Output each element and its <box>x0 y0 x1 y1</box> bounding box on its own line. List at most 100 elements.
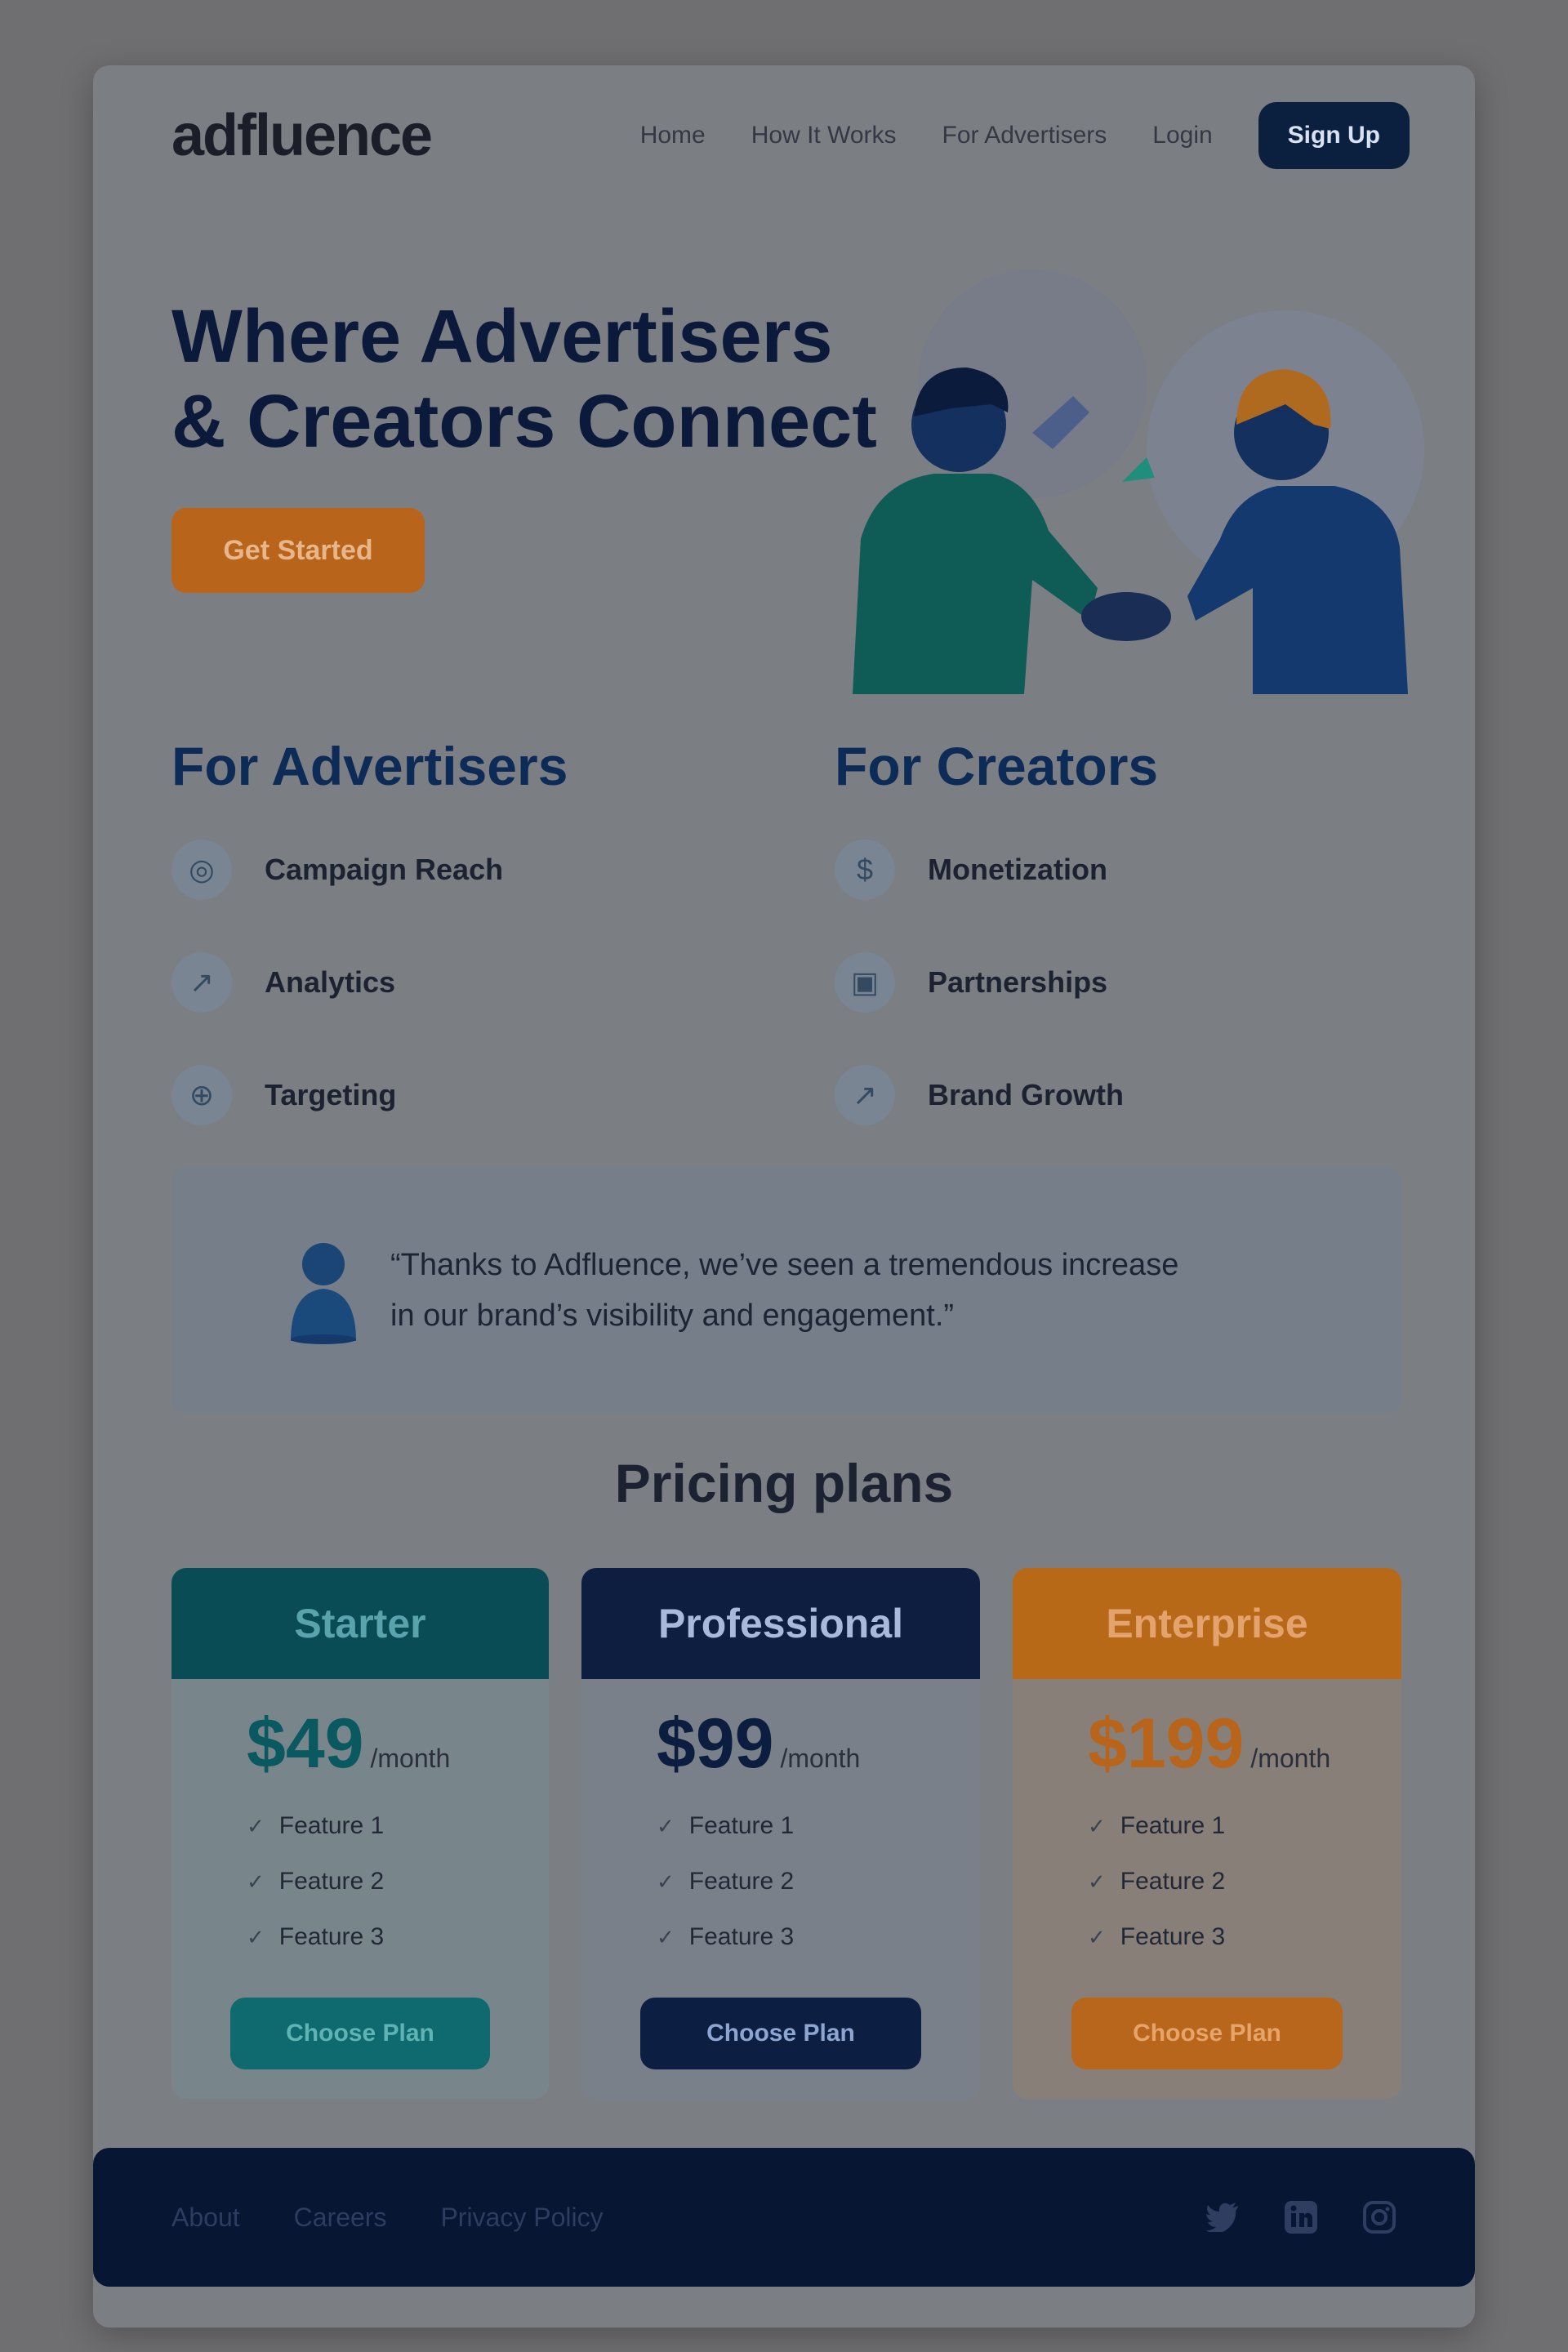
plan-feature-label: Feature 1 <box>1120 1812 1226 1839</box>
check-icon: ✓ <box>1088 1813 1106 1838</box>
check-icon: ✓ <box>1088 1924 1106 1949</box>
crosshair-icon: ⊕ <box>172 1065 232 1125</box>
analytics-icon: ↗ <box>172 952 232 1013</box>
feature-label: Brand Growth <box>928 1078 1124 1111</box>
footer-link-about[interactable]: About <box>172 2203 240 2233</box>
plan-feature-label: Feature 3 <box>278 1923 385 1950</box>
price-period: /month <box>370 1744 451 1773</box>
nav-how-it-works[interactable]: How It Works <box>751 122 897 149</box>
site-footer: About Careers Privacy Policy <box>93 2148 1475 2287</box>
nav-login[interactable]: Login <box>1152 122 1212 149</box>
plan-feature: ✓ Feature 2 <box>247 1868 549 1895</box>
footer-link-careers[interactable]: Careers <box>294 2203 387 2233</box>
handshake-icon: ▣ <box>835 952 895 1013</box>
feature-label: Targeting <box>265 1078 397 1111</box>
testimonial-card: “Thanks to Adfluence, we’ve seen a treme… <box>172 1168 1401 1413</box>
plan-feature-label: Feature 2 <box>1120 1868 1226 1895</box>
plan-name: Professional <box>581 1568 980 1679</box>
plan-price: $99 /month <box>581 1704 980 1784</box>
main-nav: Home How It Works For Advertisers Login … <box>640 102 1410 169</box>
linkedin-icon[interactable] <box>1284 2200 1318 2234</box>
feature-brand-growth: ↗ Brand Growth <box>835 1065 1439 1125</box>
feature-label: Campaign Reach <box>265 853 504 886</box>
left-person-body <box>853 474 1098 694</box>
logo[interactable]: adfluence <box>172 102 433 169</box>
plan-feature-label: Feature 1 <box>278 1812 385 1839</box>
signup-button[interactable]: Sign Up <box>1258 102 1410 169</box>
price-amount: $199 <box>1088 1704 1245 1783</box>
check-icon: ✓ <box>657 1813 675 1838</box>
plan-feature: ✓ Feature 2 <box>657 1868 980 1895</box>
site-header: adfluence Home How It Works For Advertis… <box>172 95 1410 176</box>
avatar <box>291 1243 356 1344</box>
dollar-icon: $ <box>835 840 895 900</box>
choose-plan-button-professional[interactable]: Choose Plan <box>640 1998 921 2069</box>
plan-feature-list: ✓ Feature 1 ✓ Feature 2 ✓ Feature 3 <box>172 1812 549 1951</box>
nav-home[interactable]: Home <box>640 122 706 149</box>
feature-monetization: $ Monetization <box>835 840 1439 900</box>
plan-feature-list: ✓ Feature 1 ✓ Feature 2 ✓ Feature 3 <box>1013 1812 1401 1951</box>
advertisers-title: For Advertisers <box>172 736 568 796</box>
price-period: /month <box>780 1744 861 1773</box>
growth-icon: ↗ <box>835 1065 895 1125</box>
check-icon: ✓ <box>247 1813 265 1838</box>
hero-title: Where Advertisers & Creators Connect <box>172 294 906 464</box>
feature-campaign-reach: ◎ Campaign Reach <box>172 840 776 900</box>
hero-title-line-2: & Creators Connect <box>172 380 877 463</box>
social-links <box>1205 2200 1396 2234</box>
plan-feature: ✓ Feature 1 <box>247 1812 549 1840</box>
testimonial-quote: “Thanks to Adfluence, we’ve seen a treme… <box>390 1240 1289 1341</box>
price-amount: $99 <box>657 1704 774 1783</box>
feature-partnerships: ▣ Partnerships <box>835 952 1439 1013</box>
plan-feature: ✓ Feature 2 <box>1088 1868 1401 1895</box>
check-icon: ✓ <box>247 1924 265 1949</box>
check-icon: ✓ <box>657 1924 675 1949</box>
plan-feature-label: Feature 2 <box>278 1868 385 1895</box>
feature-label: Monetization <box>928 853 1107 886</box>
landing-page: adfluence Home How It Works For Advertis… <box>93 65 1475 2328</box>
footer-links: About Careers Privacy Policy <box>172 2203 604 2233</box>
plan-feature: ✓ Feature 1 <box>657 1812 980 1840</box>
plan-price: $199 /month <box>1013 1704 1401 1784</box>
get-started-button[interactable]: Get Started <box>172 508 425 593</box>
feature-label: Partnerships <box>928 965 1108 999</box>
plan-feature-label: Feature 1 <box>688 1812 795 1839</box>
instagram-icon[interactable] <box>1362 2200 1396 2234</box>
check-icon: ✓ <box>1088 1869 1106 1894</box>
quote-line-2: in our brand’s visibility and engagement… <box>390 1298 955 1333</box>
plan-feature: ✓ Feature 1 <box>1088 1812 1401 1840</box>
price-period: /month <box>1250 1744 1331 1773</box>
plan-feature-label: Feature 2 <box>688 1868 795 1895</box>
hero-title-line-1: Where Advertisers <box>172 295 833 378</box>
check-icon: ✓ <box>247 1869 265 1894</box>
feature-analytics: ↗ Analytics <box>172 952 776 1013</box>
plan-feature-label: Feature 3 <box>1120 1923 1226 1950</box>
advertisers-section: For Advertisers ◎ Campaign Reach ↗ Analy… <box>172 735 776 1125</box>
check-icon: ✓ <box>657 1869 675 1894</box>
pricing-title: Pricing plans <box>614 1453 954 1513</box>
handshake-illustration <box>853 270 1424 694</box>
feature-label: Analytics <box>265 965 396 999</box>
plan-feature: ✓ Feature 3 <box>1088 1923 1401 1951</box>
twitter-icon[interactable] <box>1205 2200 1240 2234</box>
plan-professional: Professional $99 /month ✓ Feature 1 ✓ Feat… <box>581 1568 980 2099</box>
plan-feature: ✓ Feature 3 <box>657 1923 980 1951</box>
plan-feature-list: ✓ Feature 1 ✓ Feature 2 ✓ Feature 3 <box>581 1812 980 1951</box>
creators-section: For Creators $ Monetization ▣ Partnershi… <box>835 735 1439 1125</box>
choose-plan-button-enterprise[interactable]: Choose Plan <box>1071 1998 1343 2069</box>
plan-enterprise: Enterprise $199 /month ✓ Feature 1 ✓ Featu… <box>1013 1568 1401 2099</box>
plan-name: Starter <box>172 1568 549 1679</box>
quote-line-1: “Thanks to Adfluence, we’ve seen a treme… <box>390 1248 1179 1282</box>
nav-for-advertisers[interactable]: For Advertisers <box>942 122 1107 149</box>
price-amount: $49 <box>247 1704 364 1783</box>
plan-starter: Starter $49 /month ✓ Feature 1 ✓ Feature 2… <box>172 1568 549 2099</box>
pricing-plans: Starter $49 /month ✓ Feature 1 ✓ Feature 2… <box>172 1568 1401 2123</box>
plan-price: $49 /month <box>172 1704 549 1784</box>
footer-link-privacy-policy[interactable]: Privacy Policy <box>440 2203 603 2233</box>
target-icon: ◎ <box>172 840 232 900</box>
creators-title: For Creators <box>835 736 1159 796</box>
handshake-hands <box>1081 592 1171 641</box>
plan-name: Enterprise <box>1013 1568 1401 1679</box>
choose-plan-button-starter[interactable]: Choose Plan <box>230 1998 490 2069</box>
feature-targeting: ⊕ Targeting <box>172 1065 776 1125</box>
